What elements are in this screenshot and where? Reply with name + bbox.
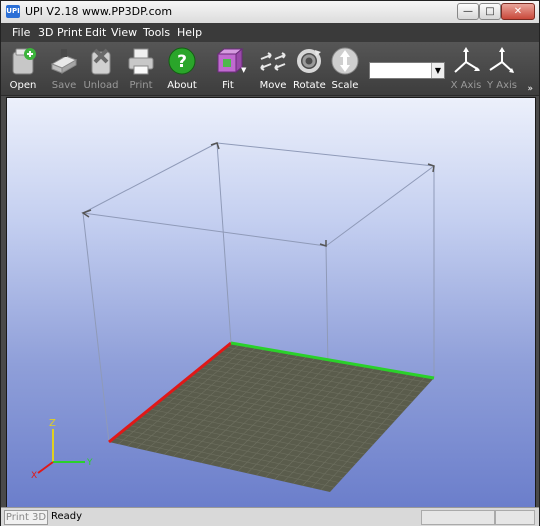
maximize-button[interactable]: □	[479, 3, 501, 20]
save-icon	[48, 46, 80, 76]
about-button[interactable]: ? About	[165, 46, 199, 91]
menu-3d-print[interactable]: 3D Print	[38, 26, 82, 39]
open-label: Open	[9, 80, 37, 91]
save-button[interactable]: Save	[47, 46, 81, 91]
axis-z-label: Z	[49, 418, 56, 429]
unload-button[interactable]: Unload	[83, 46, 119, 91]
axis-x-label: X	[31, 471, 37, 481]
toolbar-overflow-icon[interactable]: »	[527, 84, 533, 94]
x-axis-icon	[450, 46, 482, 76]
menu-tools[interactable]: Tools	[143, 26, 170, 39]
status-tab-print-3d[interactable]: Print 3D	[4, 510, 48, 525]
axis-y-label: Y	[86, 458, 93, 468]
scale-button[interactable]: Scale	[329, 46, 361, 91]
scene: Z Y X	[31, 142, 435, 493]
y-axis-button[interactable]: Y Axis	[485, 46, 519, 91]
print-button[interactable]: Print	[124, 46, 158, 91]
open-icon	[7, 46, 39, 76]
scale-icon	[329, 46, 361, 76]
frame-corners	[81, 142, 435, 248]
about-label: About	[167, 80, 197, 91]
save-label: Save	[51, 80, 77, 91]
move-button[interactable]: Move	[257, 46, 289, 91]
move-label: Move	[259, 80, 287, 91]
x-axis-button[interactable]: X Axis	[449, 46, 483, 91]
status-bar: Print 3D Ready	[1, 507, 539, 526]
status-text: Ready	[51, 511, 83, 522]
chevron-down-icon[interactable]: ▼	[431, 63, 444, 78]
y-axis-icon	[486, 46, 518, 76]
status-panel	[421, 510, 495, 525]
menu-help[interactable]: Help	[177, 26, 202, 39]
help-icon: ?	[166, 46, 198, 76]
close-button[interactable]: ✕	[501, 3, 535, 20]
y-axis-label: Y Axis	[486, 80, 518, 91]
status-panel	[495, 510, 535, 525]
svg-text:?: ?	[177, 52, 187, 72]
print-label: Print	[129, 80, 153, 91]
menu-edit[interactable]: Edit	[85, 26, 106, 39]
fit-label: Fit	[222, 80, 234, 91]
fit-dropdown-arrow[interactable]: ▼	[241, 66, 246, 74]
toolbar: Open Save Unload Print ? About Fit ▼ Mov…	[1, 42, 539, 96]
rotate-icon	[293, 46, 325, 76]
fit-icon	[212, 46, 244, 76]
scale-label: Scale	[331, 80, 359, 91]
title-bar: UPI UPI V2.18 www.PP3DP.com — □ ✕	[1, 1, 539, 24]
menu-file[interactable]: File	[12, 26, 30, 39]
menu-view[interactable]: View	[111, 26, 137, 39]
window-title: UPI V2.18 www.PP3DP.com	[25, 5, 173, 18]
unload-icon	[85, 46, 117, 76]
printer-icon	[125, 46, 157, 76]
menu-bar: File 3D Print Edit View Tools Help	[1, 23, 539, 42]
view-select[interactable]: ▼	[369, 62, 445, 79]
app-icon: UPI	[6, 5, 20, 18]
app-window: UPI UPI V2.18 www.PP3DP.com — □ ✕ File 3…	[0, 0, 540, 526]
minimize-button[interactable]: —	[457, 3, 479, 20]
rotate-button[interactable]: Rotate	[293, 46, 326, 91]
open-button[interactable]: Open	[6, 46, 40, 91]
3d-viewport[interactable]: Z Y X	[6, 97, 536, 509]
move-icon	[257, 46, 289, 76]
x-axis-label: X Axis	[450, 80, 482, 91]
axis-indicator: Z Y X	[31, 418, 93, 481]
unload-label: Unload	[83, 80, 119, 91]
rotate-label: Rotate	[293, 80, 326, 91]
